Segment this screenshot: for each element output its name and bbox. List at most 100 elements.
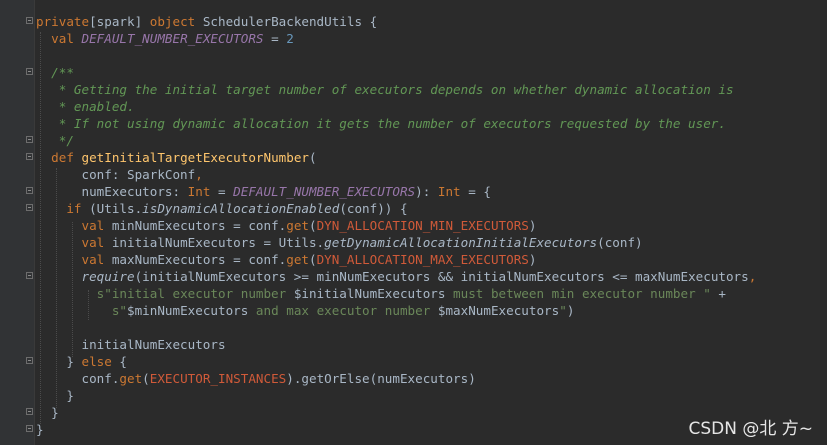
code-token: , [195,167,203,182]
code-token: get [119,371,143,386]
code-token: conf. [36,371,120,386]
code-line[interactable]: require(initialNumExecutors >= minNumExe… [36,268,757,285]
code-token: * If not using dynamic allocation it get… [36,116,726,131]
code-token: */ [36,133,74,148]
code-lines[interactable]: private[spark] object SchedulerBackendUt… [36,13,756,438]
code-token: /** [51,65,74,80]
code-token: [spark] [89,14,150,29]
code-line[interactable]: conf: SparkConf, [36,166,756,183]
code-token: def [51,150,82,165]
code-line[interactable]: } [36,404,756,421]
code-token: (conf) [597,235,643,250]
code-token: Int [437,184,461,199]
code-token: + [710,286,727,301]
code-token: ) [528,218,537,233]
code-line[interactable]: * If not using dynamic allocation it get… [36,115,756,132]
code-token: must between min executor number " [445,286,711,301]
code-token: $minNumExecutors [127,303,249,318]
code-token: s"initial executor number [96,286,294,301]
code-line[interactable]: } [36,421,756,438]
code-token: SchedulerBackendUtils { [202,14,378,29]
code-token: , [748,269,757,284]
code-token: ( [142,371,150,386]
fold-marker-icon[interactable] [26,408,33,415]
code-token: 2 [286,31,294,46]
editor-gutter[interactable] [0,0,35,445]
code-line[interactable]: * Getting the initial target number of e… [36,81,756,98]
code-token: = [210,184,234,199]
code-token: DEFAULT_NUMBER_EXECUTORS [81,31,264,46]
code-line[interactable]: } else { [36,353,756,370]
fold-marker-icon[interactable] [26,204,33,211]
code-line[interactable]: s"$minNumExecutors and max executor numb… [36,302,756,319]
code-token: = [263,31,287,46]
code-line[interactable]: val DEFAULT_NUMBER_EXECUTORS = 2 [36,30,756,47]
code-line[interactable]: if (Utils.isDynamicAllocationEnabled(con… [36,200,756,217]
code-token: ( [308,218,317,233]
fold-marker-icon[interactable] [26,357,33,364]
fold-marker-icon[interactable] [26,153,33,160]
code-token: val [51,31,82,46]
code-token: } [36,422,44,437]
code-token: conf: SparkConf [36,167,196,182]
fold-marker-icon[interactable] [26,68,33,75]
code-token: = { [460,184,491,199]
code-token: (Utils. [89,201,143,216]
code-token: * enabled. [36,99,135,114]
code-token: (initialNumExecutors >= minNumExecutors … [134,269,749,284]
code-line[interactable] [36,47,756,64]
code-token: $maxNumExecutors [437,303,560,318]
code-token: s" [111,303,127,318]
fold-marker-icon[interactable] [26,272,33,279]
code-token: ).getOrElse(numExecutors) [286,371,476,386]
code-token: ) [528,252,537,267]
code-line[interactable]: val maxNumExecutors = conf.get(DYN_ALLOC… [36,251,756,268]
code-token: Int [187,184,211,199]
code-token: DYN_ALLOCATION_MAX_EXECUTORS [316,252,529,267]
code-line[interactable]: val minNumExecutors = conf.get(DYN_ALLOC… [36,217,756,234]
code-token: ): [415,184,438,199]
code-line[interactable]: s"initial executor number $initialNumExe… [36,285,756,302]
code-line[interactable]: initialNumExecutors [36,336,756,353]
code-token: numExecutors: [36,184,188,199]
fold-marker-icon[interactable] [26,136,33,143]
code-token: ( [308,252,317,267]
code-line[interactable]: */ [36,132,756,149]
code-line[interactable]: def getInitialTargetExecutorNumber( [36,149,756,166]
code-line[interactable]: private[spark] object SchedulerBackendUt… [36,13,756,30]
code-token: (conf)) { [339,201,408,216]
code-editor[interactable]: private[spark] object SchedulerBackendUt… [0,0,827,445]
fold-marker-icon[interactable] [26,17,33,24]
code-token: } [36,388,74,403]
code-line[interactable]: * enabled. [36,98,756,115]
code-line[interactable]: conf.get(EXECUTOR_INSTANCES).getOrElse(n… [36,370,756,387]
code-token: getInitialTargetExecutorNumber [81,150,309,165]
code-token: private [36,14,90,29]
code-line[interactable]: /** [36,64,756,81]
code-token: require [81,269,135,284]
code-token: EXECUTOR_INSTANCES [149,371,287,386]
fold-marker-icon[interactable] [26,187,33,194]
code-line[interactable]: numExecutors: Int = DEFAULT_NUMBER_EXECU… [36,183,756,200]
fold-marker-icon[interactable] [26,425,33,432]
code-token: DEFAULT_NUMBER_EXECUTORS [233,184,416,199]
code-line[interactable]: val initialNumExecutors = Utils.getDynam… [36,234,756,251]
code-token: * Getting the initial target number of e… [36,82,734,97]
code-token: object [149,14,203,29]
code-token: $initialNumExecutors [293,286,446,301]
code-token: and max executor number [248,303,438,318]
code-line[interactable]: } [36,387,756,404]
code-line[interactable] [36,319,756,336]
code-token: if [66,201,90,216]
code-token: DYN_ALLOCATION_MIN_EXECUTORS [316,218,529,233]
code-token: ( [308,150,317,165]
